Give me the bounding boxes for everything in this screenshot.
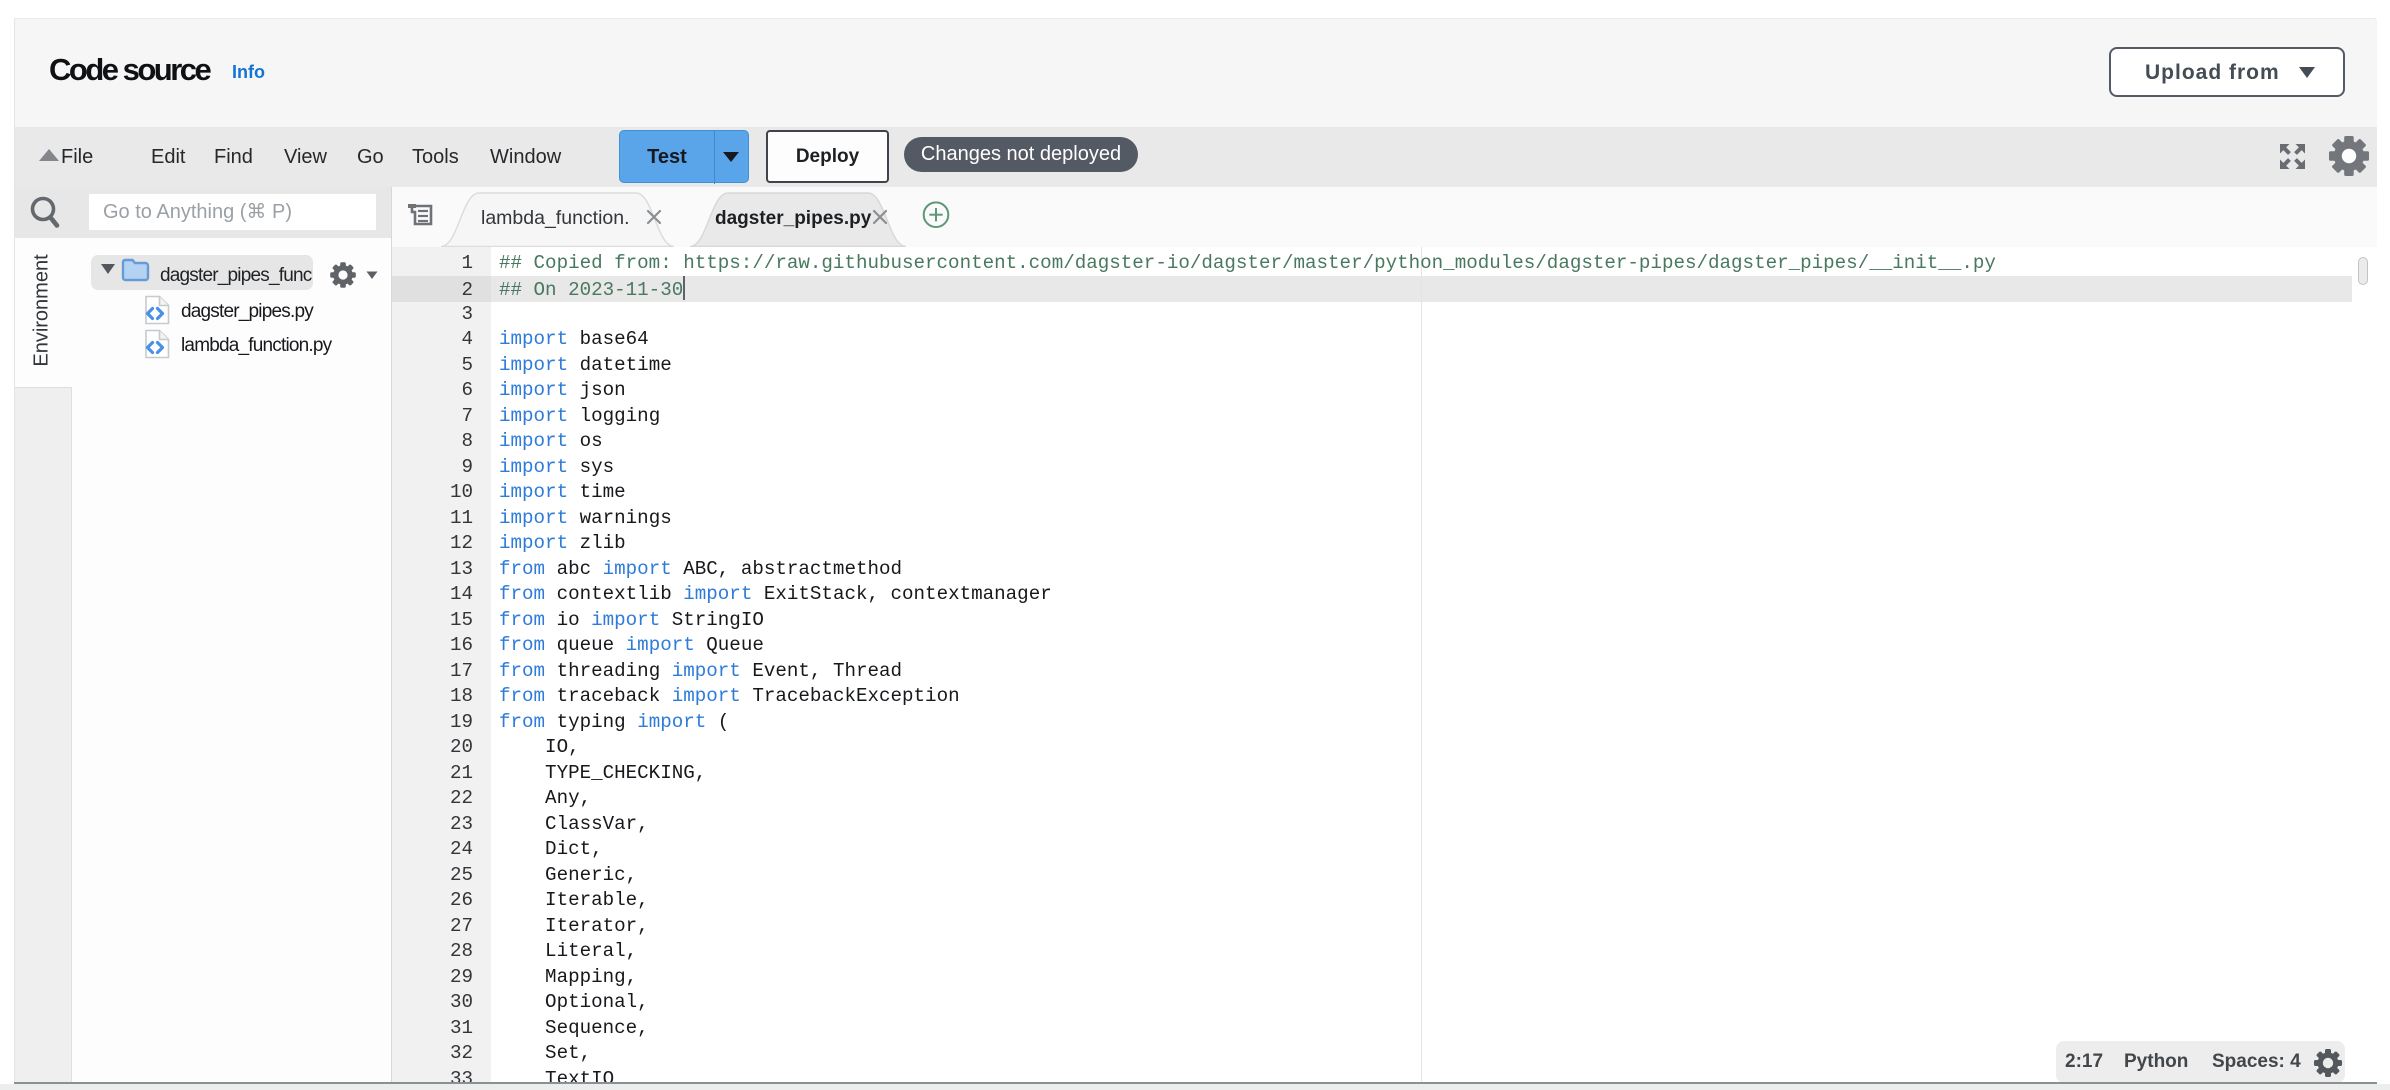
svg-text:lambda_function.: lambda_function.: [481, 207, 630, 229]
svg-text:dagster_pipes.py: dagster_pipes.py: [715, 208, 872, 229]
